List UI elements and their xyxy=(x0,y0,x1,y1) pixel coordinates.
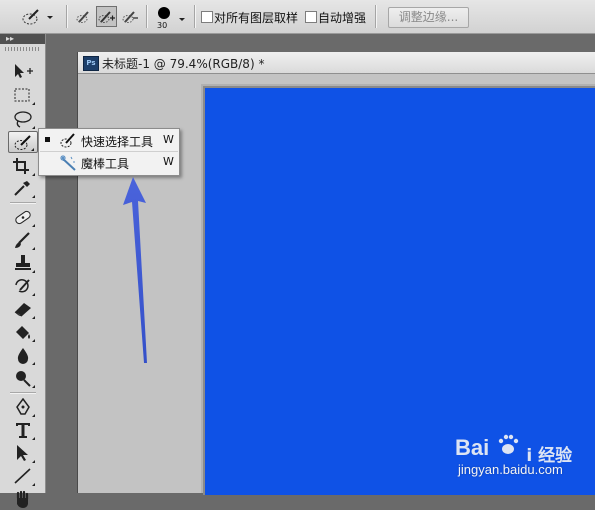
sample-all-layers-checkbox[interactable] xyxy=(201,11,213,23)
collapse-panel-button[interactable]: ▸▸ xyxy=(0,34,45,44)
blur-tool[interactable] xyxy=(8,344,38,366)
lasso-tool[interactable] xyxy=(8,108,38,130)
add-to-selection-icon xyxy=(98,11,115,23)
path-selection-tool[interactable] xyxy=(8,442,38,464)
eyedropper-tool[interactable] xyxy=(8,177,38,199)
lasso-icon xyxy=(14,111,32,128)
history-brush-tool[interactable] xyxy=(8,275,38,297)
new-selection-icon xyxy=(76,11,89,23)
clone-stamp-tool[interactable] xyxy=(8,252,38,274)
type-tool[interactable] xyxy=(8,419,38,441)
spot-healing-brush-tool[interactable] xyxy=(8,206,38,228)
brush-size-label: 30 xyxy=(157,21,168,30)
pen-nib-icon xyxy=(16,398,30,415)
dodge-icon xyxy=(16,371,31,387)
quick-selection-label: 快速选择工具 xyxy=(81,135,154,149)
paint-bucket-tool[interactable] xyxy=(8,321,38,343)
document-title: 未标题-1 @ 79.4%(RGB/8) * xyxy=(102,57,265,71)
stamp-icon xyxy=(15,255,31,270)
healing-bandage-icon xyxy=(15,210,31,225)
move-tool[interactable] xyxy=(8,60,38,82)
line-tool[interactable] xyxy=(8,465,38,487)
pen-tool[interactable] xyxy=(8,396,38,418)
auto-enhance-checkbox[interactable] xyxy=(305,11,317,23)
sample-all-layers-label: 对所有图层取样 xyxy=(214,11,299,25)
paint-bucket-icon xyxy=(16,326,30,339)
subtract-from-selection-button[interactable] xyxy=(120,7,140,27)
marquee-icon xyxy=(14,88,30,102)
brush-icon xyxy=(15,232,30,248)
options-bar: 30 对所有图层取样 自动增强 调整边缘... xyxy=(0,0,595,34)
watermark-url: jingyan.baidu.com xyxy=(458,462,563,477)
path-selection-arrow-icon xyxy=(17,445,28,461)
quick-selection-tool[interactable] xyxy=(8,131,38,153)
refine-edge-button[interactable]: 调整边缘... xyxy=(388,7,469,28)
magic-wand-icon xyxy=(60,155,76,171)
line-shape-icon xyxy=(14,468,31,484)
svg-text:Bai: Bai xyxy=(455,435,489,460)
photoshop-document-icon: Ps xyxy=(83,56,99,71)
type-t-icon xyxy=(16,423,30,438)
blur-drop-icon xyxy=(17,348,29,364)
add-to-selection-button[interactable] xyxy=(96,6,117,27)
tool-preset-picker[interactable] xyxy=(20,7,60,27)
brush-picker[interactable]: 30 xyxy=(153,4,189,32)
tools-panel: ▸▸ xyxy=(0,34,46,508)
quick-selection-menu-item[interactable]: 快速选择工具 W xyxy=(40,130,178,151)
eyedropper-icon xyxy=(14,181,30,196)
magic-wand-shortcut: W xyxy=(163,155,174,168)
document-tab[interactable]: Ps 未标题-1 @ 79.4%(RGB/8) * xyxy=(78,52,595,74)
annotation-arrow xyxy=(123,177,147,363)
eraser-tool[interactable] xyxy=(8,298,38,320)
rectangular-marquee-tool[interactable] xyxy=(8,84,38,106)
new-selection-button[interactable] xyxy=(74,7,94,27)
hand-tool[interactable] xyxy=(8,488,38,510)
brush-tool[interactable] xyxy=(8,229,38,251)
magic-wand-menu-item[interactable]: 魔棒工具 W xyxy=(40,152,178,173)
crop-icon xyxy=(13,158,29,174)
subtract-from-selection-icon xyxy=(122,11,138,23)
eraser-icon xyxy=(14,303,31,317)
dodge-tool[interactable] xyxy=(8,367,38,389)
history-brush-icon xyxy=(15,279,30,293)
quick-selection-icon xyxy=(22,9,53,25)
tool-flyout-menu: 快速选择工具 W 魔棒工具 W xyxy=(38,128,180,176)
quick-selection-shortcut: W xyxy=(163,133,174,146)
selected-bullet-icon xyxy=(45,137,50,142)
move-icon xyxy=(15,64,33,78)
crop-tool[interactable] xyxy=(8,155,38,177)
magic-wand-label: 魔棒工具 xyxy=(81,157,130,171)
auto-enhance-label: 自动增强 xyxy=(318,11,367,25)
quick-selection-icon xyxy=(60,133,75,148)
panel-grip[interactable] xyxy=(5,47,39,51)
